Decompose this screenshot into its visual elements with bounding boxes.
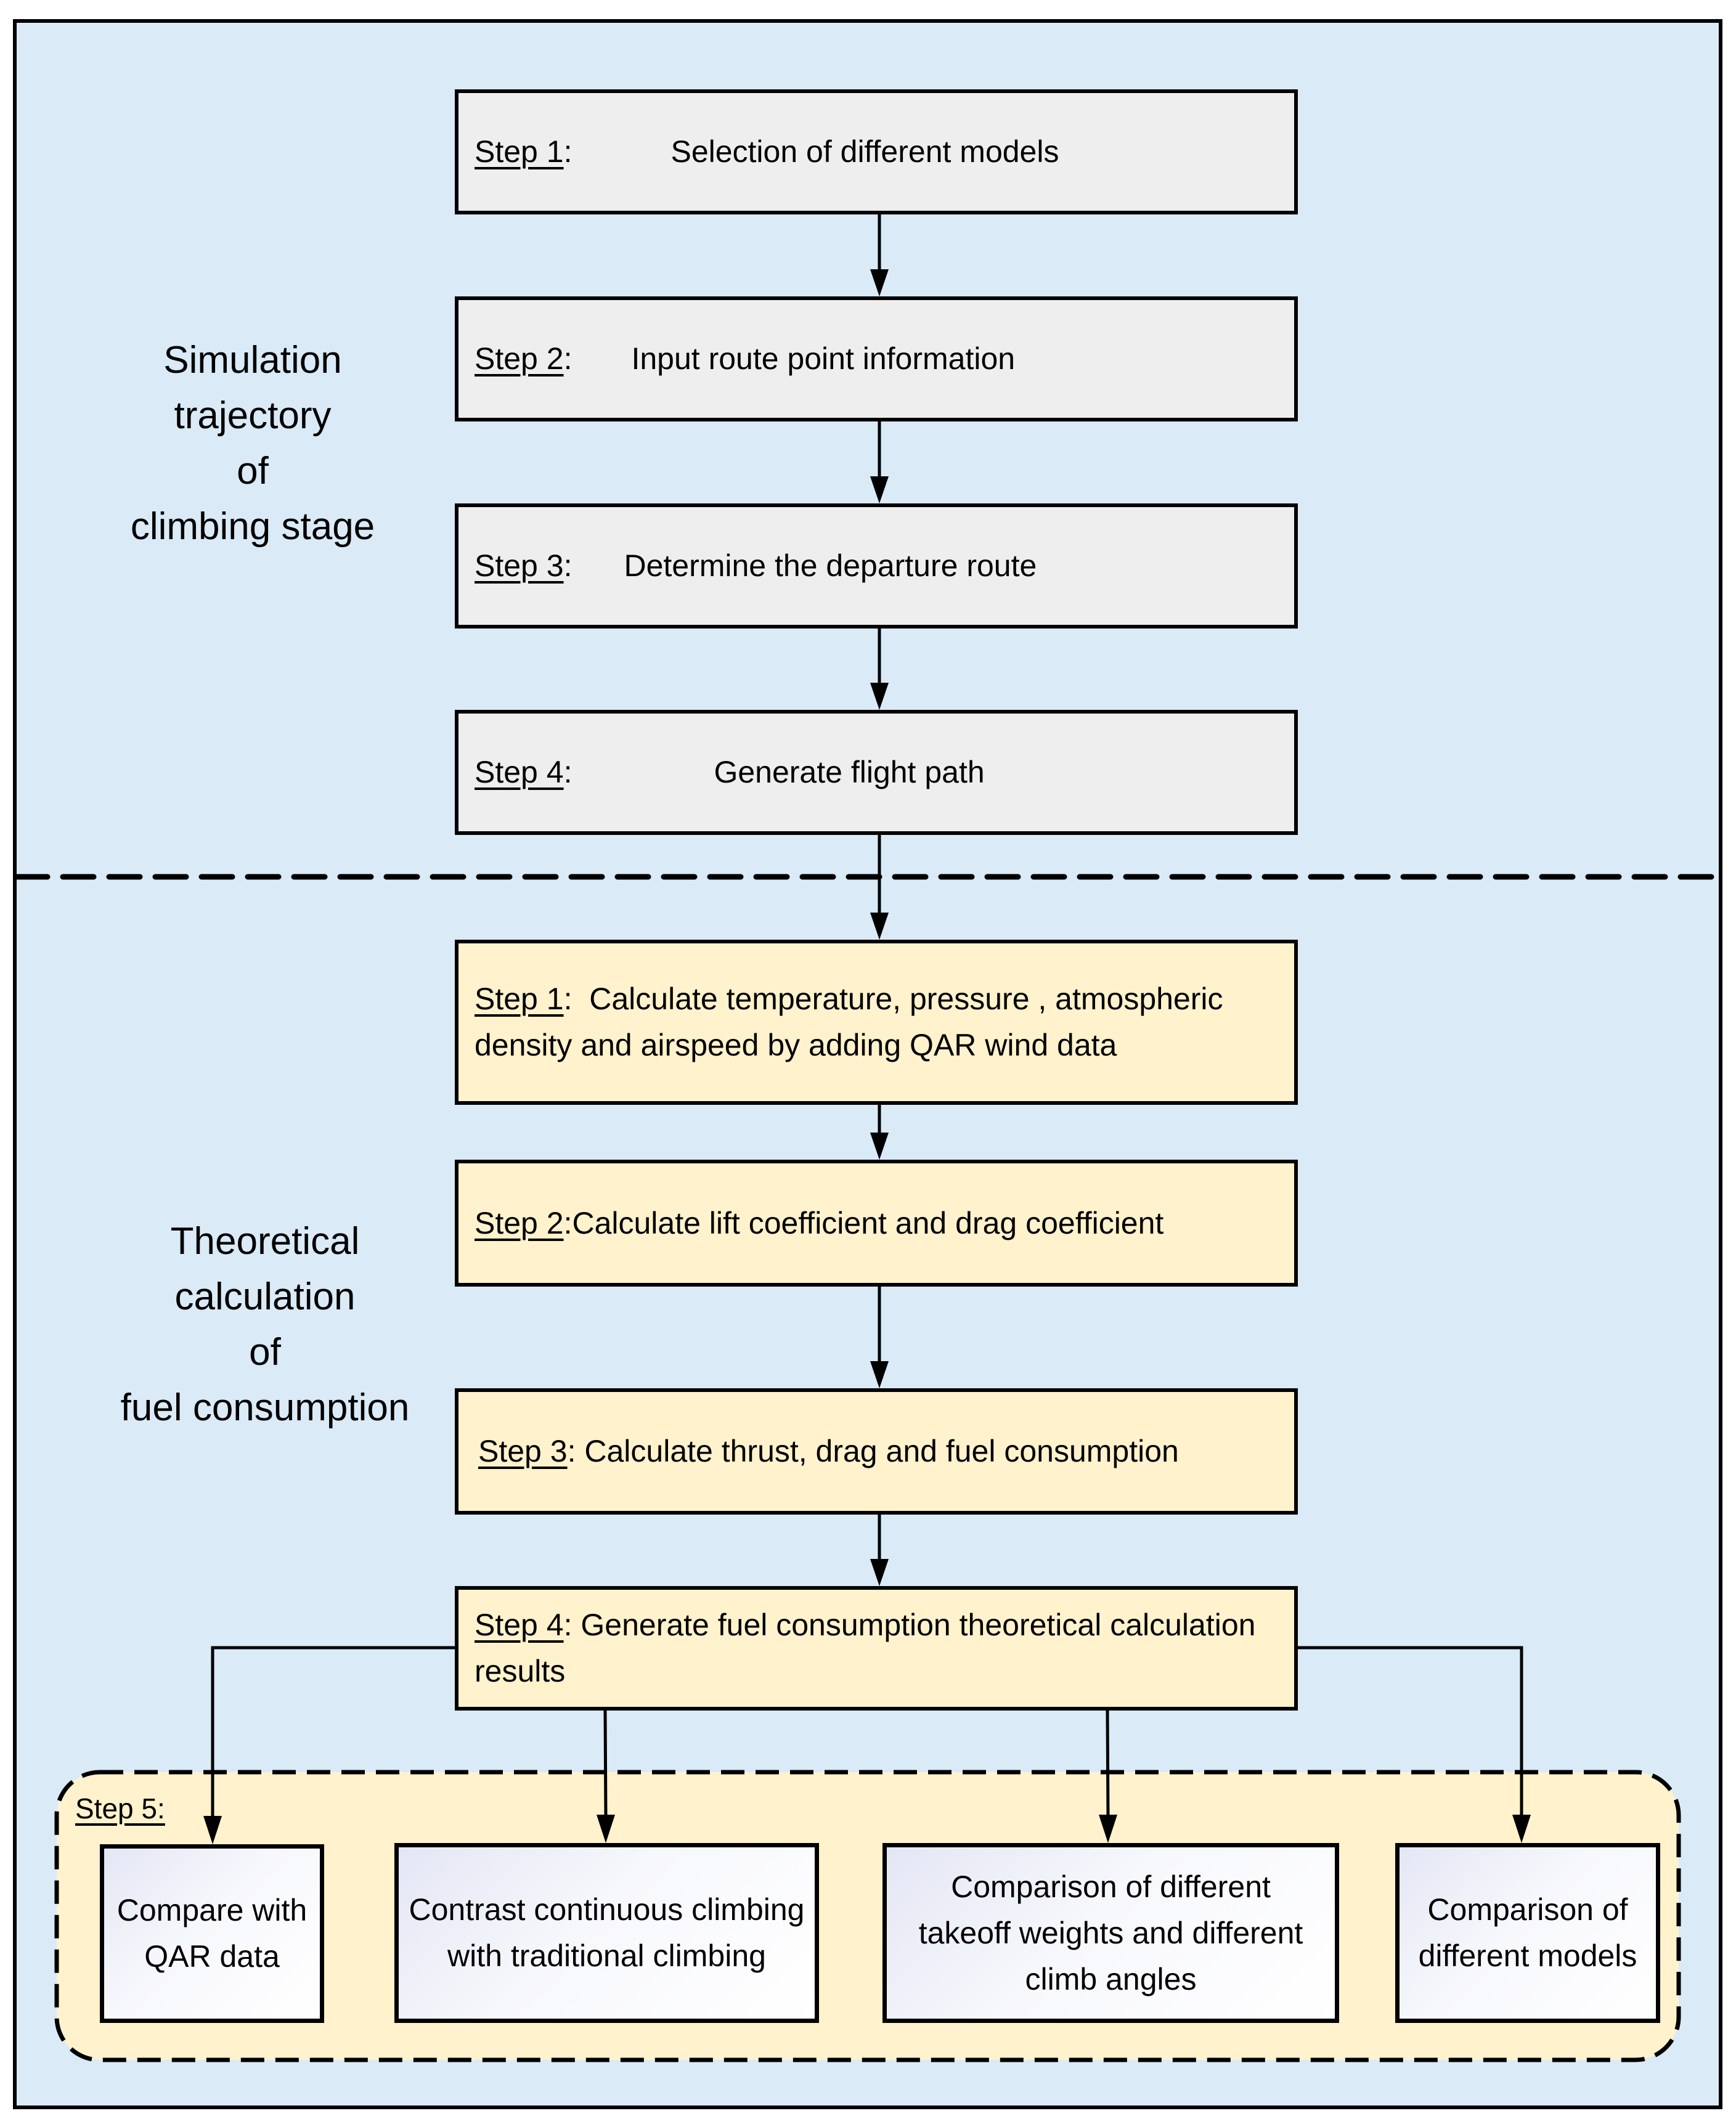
result-text: Contrast continuous climbing with tradit… xyxy=(409,1892,805,1973)
step-text: Generate fuel consumption theoretical ca… xyxy=(475,1608,1256,1688)
step-text: Generate flight path xyxy=(714,755,985,789)
phase1-step-4-box: Step 4: Generate flight path xyxy=(455,710,1298,835)
step-tag: Step 2 xyxy=(475,341,564,376)
section-label-simulation-trajectory: Simulation trajectory of climbing stage xyxy=(130,339,375,548)
step-separator: : xyxy=(563,755,573,789)
result-box-takeoff-weights-climb-angles: Comparison of different takeoff weights … xyxy=(882,1843,1339,2023)
step-tag: Step 3 xyxy=(478,1434,568,1468)
step-separator: : xyxy=(563,982,573,1016)
step-text: Calculate temperature, pressure , atmosp… xyxy=(475,982,1223,1062)
step-separator: : xyxy=(563,548,573,583)
phase1-step-2-box: Step 2: Input route point information xyxy=(455,296,1298,421)
step-text: Determine the departure route xyxy=(624,548,1037,583)
phase2-step-1-box: Step 1: Calculate temperature, pressure … xyxy=(455,940,1298,1105)
step-separator: : xyxy=(563,341,573,376)
step-separator: : xyxy=(563,134,573,169)
step-content: Step 1: Calculate temperature, pressure … xyxy=(475,976,1276,1068)
step-content: Step 4: Generate fuel consumption theore… xyxy=(475,1602,1269,1695)
step-separator: : xyxy=(563,1205,573,1240)
step-text: Calculate lift coefficient and drag coef… xyxy=(572,1205,1164,1240)
phase1-step-1-box: Step 1: Selection of different models xyxy=(455,89,1298,214)
step-separator: : xyxy=(563,1608,573,1642)
phase2-step-3-box: Step 3: Calculate thrust, drag and fuel … xyxy=(455,1388,1298,1515)
step-tag: Step 1 xyxy=(475,982,564,1016)
step-separator: : xyxy=(567,1434,576,1468)
step-tag: Step 1 xyxy=(475,134,564,169)
result-text: Comparison of different takeoff weights … xyxy=(918,1869,1303,1996)
step-text: Selection of different models xyxy=(670,134,1059,169)
result-box-compare-qar: Compare with QAR data xyxy=(100,1844,324,2023)
step-tag: Step 4 xyxy=(475,1608,564,1642)
result-text: Compare with QAR data xyxy=(116,1893,308,1974)
step-text: Calculate thrust, drag and fuel consumpt… xyxy=(584,1434,1179,1468)
section-label-theoretical-calculation: Theoretical calculation of fuel consumpt… xyxy=(120,1220,410,1429)
step5-label: Step 5: xyxy=(75,1792,165,1825)
phase1-step-3-box: Step 3: Determine the departure route xyxy=(455,503,1298,629)
step-text: Input route point information xyxy=(631,341,1016,376)
result-box-continuous-vs-traditional: Contrast continuous climbing with tradit… xyxy=(394,1843,819,2023)
step-tag: Step 2 xyxy=(475,1205,564,1240)
result-text: Comparison of different models xyxy=(1418,1892,1637,1973)
step-tag: Step 3 xyxy=(475,548,564,583)
phase2-step-2-box: Step 2: Calculate lift coefficient and dr… xyxy=(455,1160,1298,1287)
result-box-different-models: Comparison of different models xyxy=(1395,1843,1660,2023)
step-tag: Step 4 xyxy=(475,755,564,789)
phase2-step-4-box: Step 4: Generate fuel consumption theore… xyxy=(455,1586,1298,1711)
